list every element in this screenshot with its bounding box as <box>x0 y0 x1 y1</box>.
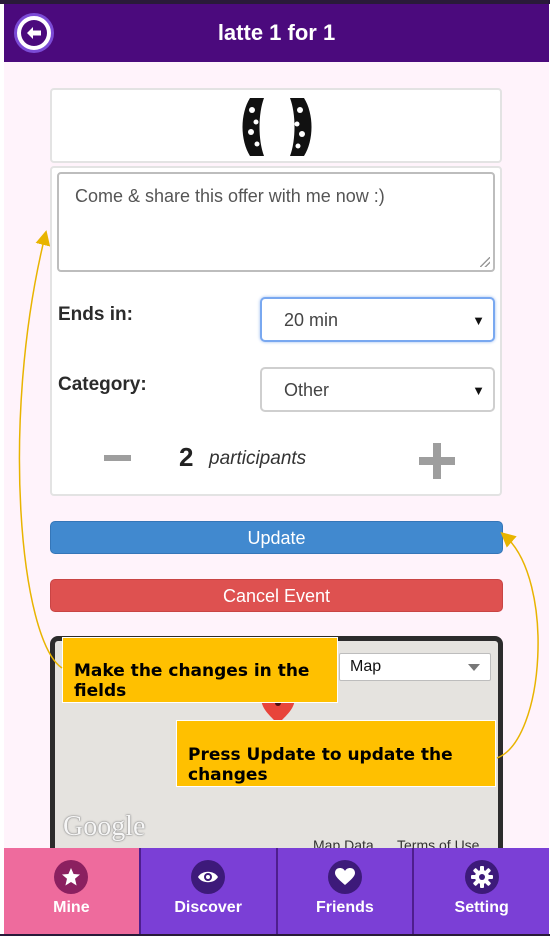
tab-label: Setting <box>454 899 509 916</box>
callout-press-update: Press Update to update the changes <box>176 720 496 787</box>
chevron-down-icon <box>468 664 480 671</box>
tab-label: Discover <box>174 899 242 916</box>
update-button[interactable]: Update <box>50 521 503 554</box>
gear-icon <box>464 860 499 894</box>
ends-in-label: Ends in: <box>58 304 133 325</box>
ends-in-select[interactable]: 20 min ▼ <box>260 297 495 342</box>
resize-handle-icon[interactable] <box>480 257 490 267</box>
dropdown-caret-icon: ▼ <box>472 313 485 328</box>
participants-label: participants <box>209 448 307 469</box>
tab-setting[interactable]: Setting <box>414 848 549 934</box>
tab-mine[interactable]: Mine <box>4 848 141 934</box>
dropdown-caret-icon: ▼ <box>472 383 485 398</box>
app-header: latte 1 for 1 <box>4 4 549 62</box>
map-type-select[interactable]: Map <box>339 653 491 681</box>
tab-label: Mine <box>53 899 90 916</box>
category-label: Category: <box>58 374 147 395</box>
participants-count: 2 <box>179 442 194 472</box>
tab-friends[interactable]: Friends <box>278 848 415 934</box>
offer-logo-image <box>242 98 312 156</box>
message-textarea[interactable]: Come & share this offer with me now :) <box>57 172 495 272</box>
heart-icon <box>327 860 362 894</box>
message-text: Come & share this offer with me now :) <box>75 186 385 206</box>
tab-label: Friends <box>315 899 374 916</box>
tab-discover[interactable]: Discover <box>141 848 278 934</box>
offer-logo-box <box>50 88 502 163</box>
category-value: Other <box>284 380 330 400</box>
increase-participants-button[interactable] <box>419 443 455 479</box>
category-select[interactable]: Other ▼ <box>260 367 495 412</box>
decrease-participants-button[interactable] <box>104 455 131 461</box>
cancel-event-button[interactable]: Cancel Event <box>50 579 503 612</box>
eye-icon <box>191 860 226 894</box>
callout-edit-fields: Make the changes in the fields <box>62 637 338 703</box>
page-title: latte 1 for 1 <box>217 20 336 45</box>
bottom-tab-bar: Mine Discover Friends Setting <box>4 848 549 934</box>
ends-in-value: 20 min <box>284 310 339 330</box>
map-type-value: Map <box>350 658 382 675</box>
star-icon <box>54 860 89 894</box>
google-logo: Google <box>63 811 146 842</box>
